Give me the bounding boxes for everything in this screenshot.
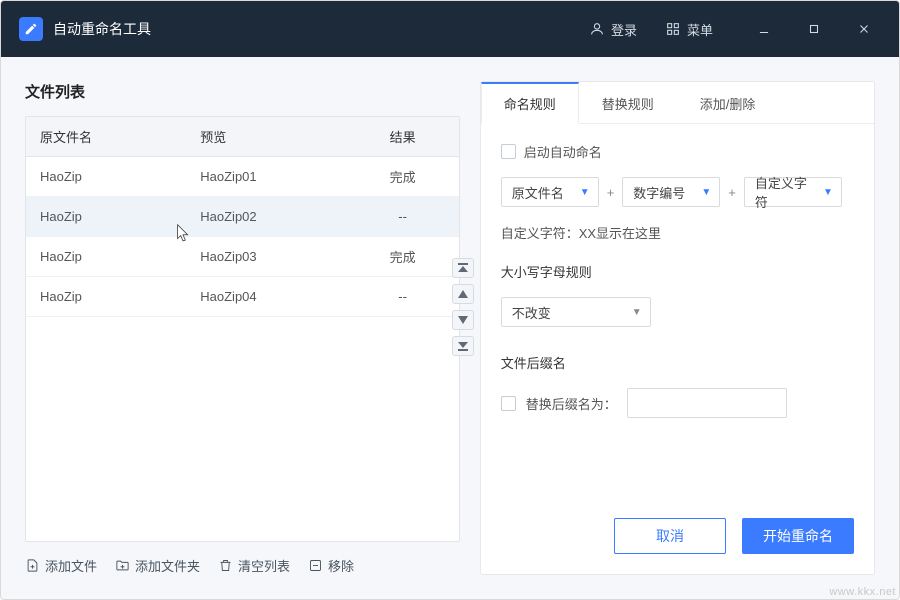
cancel-button[interactable]: 取消 [614,518,726,554]
file-list-title: 文件列表 [25,81,460,102]
auto-name-label: 启动自动命名 [524,142,602,161]
minimize-icon [757,22,771,36]
ext-input[interactable] [627,388,787,418]
clear-list-button[interactable]: 清空列表 [218,556,290,575]
custom-chars-note: 自定义字符：XX显示在这里 [501,223,854,242]
auto-name-row: 启动自动命名 [501,142,854,161]
file-table: 原文件名 预览 结果 HaoZipHaoZip01完成HaoZipHaoZip0… [25,116,460,542]
pattern-slot-3-value: 自定义字符 [755,173,815,211]
menu-label: 菜单 [687,20,713,39]
user-icon [589,21,605,37]
auto-name-checkbox[interactable] [501,144,516,159]
table-row[interactable]: HaoZipHaoZip02-- [26,197,459,237]
ext-row: 替换后缀名为： [501,388,854,418]
chevron-down-icon: ▼ [823,187,833,198]
cell-original-name: HaoZip [26,169,186,184]
app-window: 自动重命名工具 登录 菜单 文件列表 原文件名 [0,0,900,600]
table-header: 原文件名 预览 结果 [26,117,459,157]
maximize-icon [807,22,821,36]
login-button[interactable]: 登录 [589,20,637,39]
rules-body: 启动自动命名 原文件名 ▼ + 数字编号 ▼ + 自定义字符 ▼ [481,124,874,502]
case-rule-value: 不改变 [512,303,551,322]
chevron-down-icon: ▼ [580,187,590,198]
table-row[interactable]: HaoZipHaoZip01完成 [26,157,459,197]
rules-footer: 取消 开始重命名 [481,502,874,574]
titlebar: 自动重命名工具 登录 菜单 [1,1,899,57]
cell-preview: HaoZip04 [186,289,346,304]
close-icon [857,22,871,36]
cell-preview: HaoZip01 [186,169,346,184]
pattern-slot-2-select[interactable]: 数字编号 ▼ [622,177,720,207]
cell-preview: HaoZip03 [186,249,346,264]
trash-icon [218,558,233,573]
pattern-slot-2-value: 数字编号 [633,183,685,202]
cell-original-name: HaoZip [26,289,186,304]
column-result[interactable]: 结果 [347,127,459,146]
tab-label: 替换规则 [602,94,654,113]
tab-0[interactable]: 命名规则 [481,82,579,124]
file-plus-icon [25,558,40,573]
add-file-label: 添加文件 [45,556,97,575]
reorder-buttons [452,258,474,356]
table-row[interactable]: HaoZipHaoZip04-- [26,277,459,317]
column-preview[interactable]: 预览 [186,127,346,146]
content-area: 文件列表 原文件名 预览 结果 HaoZipHaoZip01完成HaoZipHa… [1,57,899,599]
pattern-slot-1-select[interactable]: 原文件名 ▼ [501,177,599,207]
tab-label: 添加/删除 [700,94,756,113]
plus-separator: + [607,185,615,200]
start-rename-label: 开始重命名 [763,526,833,546]
remove-label: 移除 [328,556,354,575]
file-list-panel: 文件列表 原文件名 预览 结果 HaoZipHaoZip01完成HaoZipHa… [25,81,460,575]
move-up-button[interactable] [452,284,474,304]
cell-result: 完成 [347,167,459,186]
grid-icon [665,21,681,37]
tab-label: 命名规则 [504,94,556,113]
case-rule-select[interactable]: 不改变 ▼ [501,297,651,327]
cell-original-name: HaoZip [26,209,186,224]
tab-1[interactable]: 替换规则 [579,82,677,123]
cell-preview: HaoZip02 [186,209,346,224]
file-toolbar: 添加文件 添加文件夹 清空列表 移除 [25,556,460,575]
cell-original-name: HaoZip [26,249,186,264]
plus-separator: + [728,185,736,200]
cell-result: 完成 [347,247,459,266]
login-label: 登录 [611,20,637,39]
start-rename-button[interactable]: 开始重命名 [742,518,854,554]
cell-result: -- [347,289,459,304]
remove-icon [308,558,323,573]
column-original-name[interactable]: 原文件名 [26,127,186,146]
table-wrap: 原文件名 预览 结果 HaoZipHaoZip01完成HaoZipHaoZip0… [25,116,460,542]
rules-panel: 命名规则 替换规则 添加/删除 启动自动命名 原文件名 ▼ + 数字编号 ▼ [480,81,875,575]
folder-plus-icon [115,558,130,573]
close-button[interactable] [847,14,881,44]
move-to-bottom-button[interactable] [452,336,474,356]
ext-section-title: 文件后缀名 [501,353,854,372]
minimize-button[interactable] [747,14,781,44]
maximize-button[interactable] [797,14,831,44]
table-row[interactable]: HaoZipHaoZip03完成 [26,237,459,277]
clear-list-label: 清空列表 [238,556,290,575]
cancel-label: 取消 [656,526,684,546]
pattern-slot-3-select[interactable]: 自定义字符 ▼ [744,177,842,207]
pattern-slot-1-value: 原文件名 [512,183,564,202]
chevron-down-icon: ▼ [701,187,711,198]
tab-2[interactable]: 添加/删除 [677,82,779,123]
app-icon [19,17,43,41]
app-title: 自动重命名工具 [53,19,151,39]
move-to-top-button[interactable] [452,258,474,278]
remove-button[interactable]: 移除 [308,556,354,575]
case-section-title: 大小写字母规则 [501,262,854,281]
pattern-row: 原文件名 ▼ + 数字编号 ▼ + 自定义字符 ▼ [501,177,854,207]
chevron-down-icon: ▼ [632,307,642,318]
cell-result: -- [347,209,459,224]
ext-replace-label: 替换后缀名为： [526,394,617,413]
add-file-button[interactable]: 添加文件 [25,556,97,575]
tabs: 命名规则 替换规则 添加/删除 [481,82,874,124]
menu-button[interactable]: 菜单 [665,20,713,39]
table-body: HaoZipHaoZip01完成HaoZipHaoZip02--HaoZipHa… [26,157,459,541]
add-folder-label: 添加文件夹 [135,556,200,575]
move-down-button[interactable] [452,310,474,330]
add-folder-button[interactable]: 添加文件夹 [115,556,200,575]
ext-replace-checkbox[interactable] [501,396,516,411]
